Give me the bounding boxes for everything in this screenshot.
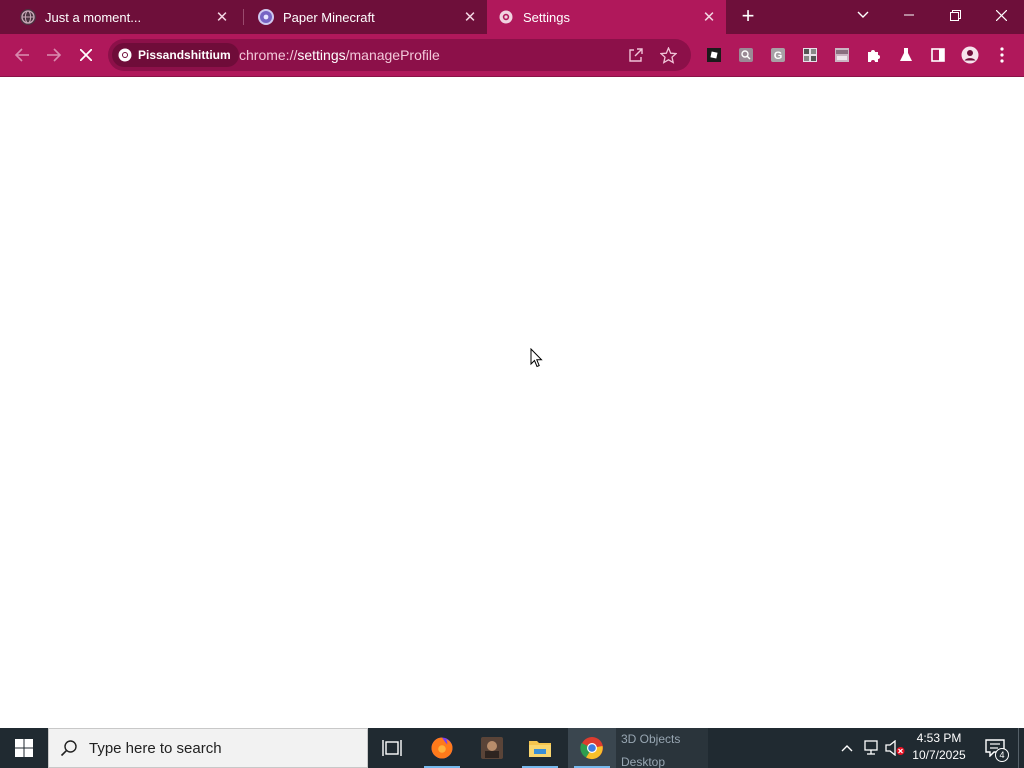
- grid-extension-icon[interactable]: [799, 44, 821, 66]
- task-view-icon: [382, 740, 402, 756]
- share-button[interactable]: [626, 45, 646, 65]
- preview-line: Desktop: [621, 755, 666, 768]
- stop-loading-button[interactable]: [72, 41, 100, 69]
- photo-extension-icon[interactable]: [831, 44, 853, 66]
- firefox-taskbar-button[interactable]: [418, 728, 466, 768]
- close-icon: [995, 9, 1007, 21]
- close-window-button[interactable]: [978, 0, 1024, 30]
- menu-dots-icon[interactable]: [991, 44, 1013, 66]
- file-explorer-taskbar-button[interactable]: [516, 728, 564, 768]
- url-scheme: chrome://: [239, 47, 298, 63]
- clock-date: 10/7/2025: [912, 748, 966, 762]
- tab-title: Just a moment...: [45, 9, 142, 25]
- google-g-icon[interactable]: G: [767, 44, 789, 66]
- url-path: /manageProfile: [345, 47, 440, 63]
- back-button[interactable]: [8, 41, 36, 69]
- notification-count-badge: 4: [995, 748, 1009, 762]
- chrome-icon: [580, 737, 603, 760]
- profile-chip-label: Pissandshittium: [138, 48, 231, 62]
- volume-button[interactable]: [884, 728, 906, 768]
- tab-close-icon[interactable]: ✕: [459, 6, 481, 28]
- share-icon: [629, 48, 643, 62]
- show-desktop-button[interactable]: [1018, 728, 1024, 768]
- forward-button[interactable]: [40, 41, 68, 69]
- tab-paper-minecraft[interactable]: Paper Minecraft ✕: [244, 0, 487, 34]
- restore-icon: [949, 9, 961, 21]
- preview-line: 3D Objects: [621, 732, 681, 746]
- windows-logo-icon: [15, 739, 33, 757]
- gamepad-icon: [258, 9, 274, 25]
- system-clock[interactable]: 4:53 PM 10/7/2025: [906, 730, 972, 764]
- new-tab-button[interactable]: +: [734, 4, 762, 30]
- chevron-down-icon: [857, 11, 869, 18]
- firefox-icon: [431, 737, 453, 759]
- show-hidden-icons-button[interactable]: [836, 728, 858, 768]
- svg-text:G: G: [774, 50, 783, 62]
- photo-app-taskbar-button[interactable]: [468, 728, 516, 768]
- photo-app-icon: [481, 737, 503, 759]
- url-host: settings: [297, 47, 346, 63]
- stop-x-icon: [80, 49, 92, 61]
- chevron-up-icon: [841, 745, 853, 752]
- puzzle-icon[interactable]: [863, 44, 885, 66]
- mouse-cursor-icon: [530, 347, 543, 373]
- chrome-logo-icon: [118, 48, 132, 62]
- explorer-window-preview[interactable]: 3D Objects Desktop: [616, 728, 708, 768]
- forward-arrow-icon: [47, 48, 62, 62]
- tab-just-a-moment[interactable]: Just a moment... ✕: [0, 0, 239, 34]
- tab-close-icon[interactable]: ✕: [211, 6, 233, 28]
- folder-icon: [529, 741, 551, 757]
- network-button[interactable]: [860, 728, 882, 768]
- tab-title: Paper Minecraft: [283, 9, 375, 25]
- settings-gear-icon: [498, 9, 514, 25]
- tab-title: Settings: [523, 9, 570, 25]
- tab-search-button[interactable]: [840, 0, 886, 30]
- back-arrow-icon: [14, 48, 29, 62]
- minimize-icon: [904, 14, 914, 16]
- chrome-taskbar-button[interactable]: [568, 728, 616, 768]
- profile-icon[interactable]: [959, 44, 981, 66]
- clock-time: 4:53 PM: [916, 731, 962, 745]
- taskbar-search-box[interactable]: Type here to search: [48, 728, 368, 768]
- tab-settings[interactable]: Settings ✕: [487, 0, 726, 34]
- network-icon: [864, 740, 878, 755]
- star-icon: [659, 46, 677, 64]
- search-extension-icon[interactable]: [735, 44, 757, 66]
- page-content: [0, 77, 1024, 727]
- minimize-button[interactable]: [886, 0, 932, 30]
- roblox-icon[interactable]: [703, 44, 725, 66]
- task-view-button[interactable]: [368, 728, 416, 768]
- profile-chip[interactable]: Pissandshittium: [112, 43, 239, 67]
- search-placeholder: Type here to search: [89, 739, 222, 757]
- bookmark-button[interactable]: [658, 45, 678, 65]
- globe-icon: [20, 9, 36, 25]
- flask-icon[interactable]: [895, 44, 917, 66]
- taskbar: Type here to search 3D Objects Desktop 4…: [0, 728, 1024, 768]
- start-button[interactable]: [0, 728, 48, 768]
- tab-close-icon[interactable]: ✕: [698, 6, 720, 28]
- tab-strip: Just a moment... ✕ Paper Minecraft ✕ Set…: [0, 0, 1024, 34]
- side-panel-icon[interactable]: [927, 44, 949, 66]
- url-text[interactable]: chrome://settings/manageProfile: [239, 47, 440, 63]
- search-icon: [49, 739, 89, 757]
- restore-button[interactable]: [932, 0, 978, 30]
- action-center-button[interactable]: 4: [980, 728, 1010, 768]
- volume-muted-icon: [885, 740, 905, 756]
